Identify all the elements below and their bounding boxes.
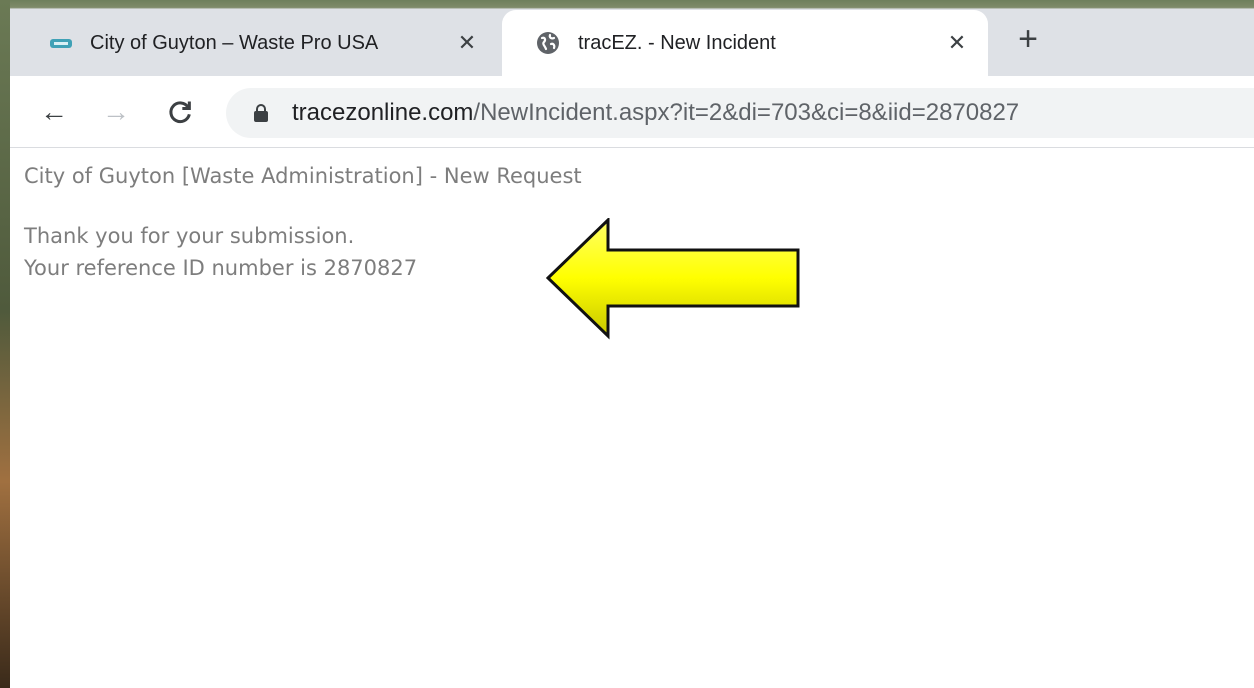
browser-toolbar: ← → tracezonline.com/NewIncident.aspx?it… (10, 76, 1254, 148)
back-button[interactable]: ← (36, 94, 72, 130)
close-icon[interactable]: ✕ (942, 30, 972, 56)
tab-title: City of Guyton – Waste Pro USA (90, 31, 379, 54)
browser-window: City of Guyton – Waste Pro USA ✕ tracEZ.… (10, 0, 1254, 688)
tab-tracez-new-incident[interactable]: tracEZ. - New Incident ✕ (502, 10, 988, 76)
tab-strip: City of Guyton – Waste Pro USA ✕ tracEZ.… (10, 0, 1254, 76)
lock-icon[interactable] (254, 104, 268, 122)
globe-icon (537, 32, 559, 54)
url-path: /NewIncident.aspx?it=2&di=703&ci=8&iid=2… (473, 99, 1020, 126)
url-text: tracezonline.com/NewIncident.aspx?it=2&d… (292, 99, 1019, 127)
close-icon[interactable]: ✕ (452, 30, 482, 56)
card-icon (50, 38, 72, 48)
arrow-left-icon (546, 218, 800, 340)
forward-button[interactable]: → (98, 94, 134, 130)
tab-title: tracEZ. - New Incident (578, 31, 776, 54)
new-tab-button[interactable]: + (1010, 22, 1046, 58)
address-bar[interactable]: tracezonline.com/NewIncident.aspx?it=2&d… (226, 88, 1254, 138)
url-host: tracezonline.com (292, 99, 474, 126)
reload-button[interactable] (162, 94, 198, 130)
page-title: City of Guyton [Waste Administration] - … (24, 164, 582, 188)
tab-waste-pro[interactable]: City of Guyton – Waste Pro USA ✕ (28, 10, 498, 76)
reload-icon (169, 101, 191, 124)
